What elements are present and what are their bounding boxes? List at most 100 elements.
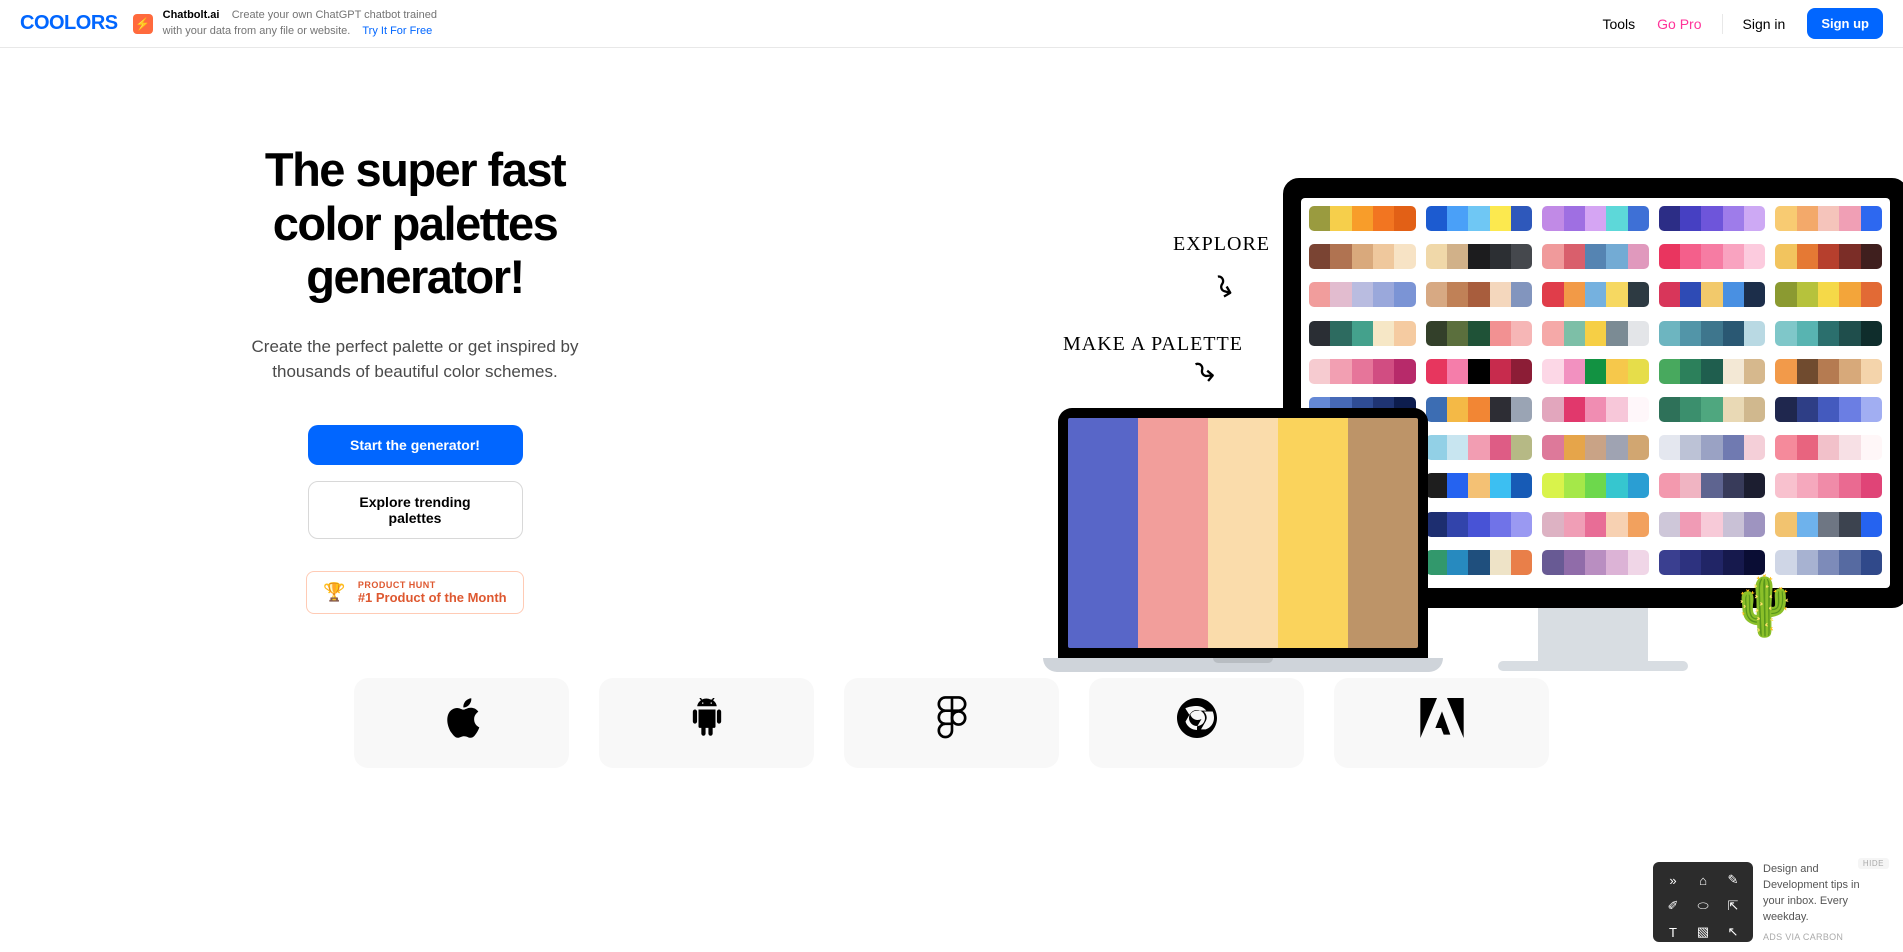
laptop-palette xyxy=(1068,418,1418,648)
palette-swatch xyxy=(1208,418,1278,648)
laptop-base xyxy=(1043,658,1443,672)
palette-mini xyxy=(1426,321,1533,346)
product-hunt-badge[interactable]: 🏆 PRODUCT HUNT #1 Product of the Month xyxy=(306,571,523,614)
brush-icon: ✐ xyxy=(1663,898,1683,914)
logo[interactable]: COOLORS xyxy=(20,12,118,35)
sponsor-link[interactable]: Try It For Free xyxy=(362,25,432,37)
adobe-icon xyxy=(1420,698,1464,748)
palette-mini xyxy=(1542,435,1649,460)
hero-section: The super fast color palettes generator!… xyxy=(0,48,1903,648)
trophy-icon: 🏆 xyxy=(323,582,345,603)
palette-mini xyxy=(1659,512,1766,537)
palette-mini xyxy=(1775,206,1882,231)
palette-mini xyxy=(1309,321,1416,346)
explore-handwritten-label: EXPLORE xyxy=(1173,233,1270,256)
header-left: COOLORS ⚡ Chatbolt.ai Create your own Ch… xyxy=(20,8,443,39)
palette-mini xyxy=(1426,359,1533,384)
palette-mini xyxy=(1542,206,1649,231)
android-icon xyxy=(690,698,724,748)
palette-mini xyxy=(1542,550,1649,575)
ph-bottom-label: #1 Product of the Month xyxy=(358,590,507,605)
palette-mini xyxy=(1542,512,1649,537)
laptop-screen xyxy=(1058,408,1428,658)
cursor-icon: ↖ xyxy=(1723,924,1743,940)
app-header: COOLORS ⚡ Chatbolt.ai Create your own Ch… xyxy=(0,0,1903,48)
cactus-icon: 🌵 xyxy=(1728,573,1800,641)
sponsor-icon: ⚡ xyxy=(133,14,153,34)
palette-mini xyxy=(1775,321,1882,346)
palette-mini xyxy=(1309,206,1416,231)
platform-figma[interactable] xyxy=(844,678,1059,768)
palette-mini xyxy=(1775,282,1882,307)
carbon-ad-text: Design and Development tips in your inbo… xyxy=(1763,862,1883,926)
pen-nib-icon: ✎ xyxy=(1723,872,1743,888)
platform-chrome[interactable] xyxy=(1089,678,1304,768)
explore-trending-button[interactable]: Explore trending palettes xyxy=(308,481,523,539)
palette-mini xyxy=(1659,206,1766,231)
palette-mini xyxy=(1775,512,1882,537)
carbon-hide-button[interactable]: HIDE xyxy=(1858,858,1889,869)
palette-mini xyxy=(1426,244,1533,269)
ph-text: PRODUCT HUNT #1 Product of the Month xyxy=(358,580,507,605)
palette-mini xyxy=(1542,397,1649,422)
palette-mini xyxy=(1659,397,1766,422)
palette-mini xyxy=(1775,550,1882,575)
palette-mini xyxy=(1775,473,1882,498)
carbon-ad-via: ADS VIA CARBON xyxy=(1763,932,1883,942)
start-generator-button[interactable]: Start the generator! xyxy=(308,425,523,465)
carbon-ad-image: » ⌂ ✎ ✐ ⬭ ⇱ T ▧ ↖ xyxy=(1653,862,1753,942)
palette-mini xyxy=(1775,397,1882,422)
hero-copy: The super fast color palettes generator!… xyxy=(215,98,615,618)
carbon-ad[interactable]: HIDE » ⌂ ✎ ✐ ⬭ ⇱ T ▧ ↖ Design and Develo… xyxy=(1653,862,1883,942)
sign-up-button[interactable]: Sign up xyxy=(1807,8,1883,39)
platform-ios[interactable] xyxy=(354,678,569,768)
nav-go-pro[interactable]: Go Pro xyxy=(1657,16,1701,32)
hero-subtitle: Create the perfect palette or get inspir… xyxy=(215,334,615,385)
palette-mini xyxy=(1309,282,1416,307)
palette-mini xyxy=(1659,435,1766,460)
header-right: Tools Go Pro Sign in Sign up xyxy=(1602,8,1883,39)
make-palette-handwritten-label: MAKE A PALETTE xyxy=(1063,333,1243,356)
palette-swatch xyxy=(1068,418,1138,648)
palette-mini xyxy=(1542,244,1649,269)
platform-android[interactable] xyxy=(599,678,814,768)
palette-mini xyxy=(1775,435,1882,460)
nav-sign-in[interactable]: Sign in xyxy=(1743,16,1786,32)
palette-mini xyxy=(1659,282,1766,307)
monitor-stand xyxy=(1538,608,1648,663)
palette-mini xyxy=(1542,359,1649,384)
carbon-ad-body: Design and Development tips in your inbo… xyxy=(1763,862,1883,942)
hero-title: The super fast color palettes generator! xyxy=(215,143,615,304)
shape-icon: ▧ xyxy=(1693,924,1713,940)
palette-swatch xyxy=(1138,418,1208,648)
header-sponsor[interactable]: ⚡ Chatbolt.ai Create your own ChatGPT ch… xyxy=(133,8,443,39)
palette-mini xyxy=(1775,244,1882,269)
palette-mini xyxy=(1659,321,1766,346)
chevron-right-icon: » xyxy=(1663,872,1683,888)
palette-swatch xyxy=(1348,418,1418,648)
apple-icon xyxy=(443,696,481,750)
palette-swatch xyxy=(1278,418,1348,648)
palette-mini xyxy=(1659,359,1766,384)
laptop-mockup xyxy=(1043,408,1443,672)
nav-divider xyxy=(1722,14,1723,34)
palette-mini xyxy=(1309,244,1416,269)
palette-mini xyxy=(1542,473,1649,498)
palette-mini xyxy=(1775,359,1882,384)
palette-mini xyxy=(1542,321,1649,346)
export-icon: ⇱ xyxy=(1723,898,1743,914)
palette-mini xyxy=(1426,206,1533,231)
palette-mini xyxy=(1659,550,1766,575)
lasso-icon: ⬭ xyxy=(1693,898,1713,914)
sponsor-text: Chatbolt.ai Create your own ChatGPT chat… xyxy=(163,8,443,39)
ph-top-label: PRODUCT HUNT xyxy=(358,580,507,590)
nav-tools[interactable]: Tools xyxy=(1602,16,1635,32)
platform-adobe[interactable] xyxy=(1334,678,1549,768)
sponsor-title: Chatbolt.ai xyxy=(163,9,220,21)
palette-mini xyxy=(1659,244,1766,269)
palette-mini xyxy=(1309,359,1416,384)
palette-mini xyxy=(1542,282,1649,307)
palette-mini xyxy=(1426,282,1533,307)
figma-icon xyxy=(937,696,967,750)
palette-mini xyxy=(1659,473,1766,498)
